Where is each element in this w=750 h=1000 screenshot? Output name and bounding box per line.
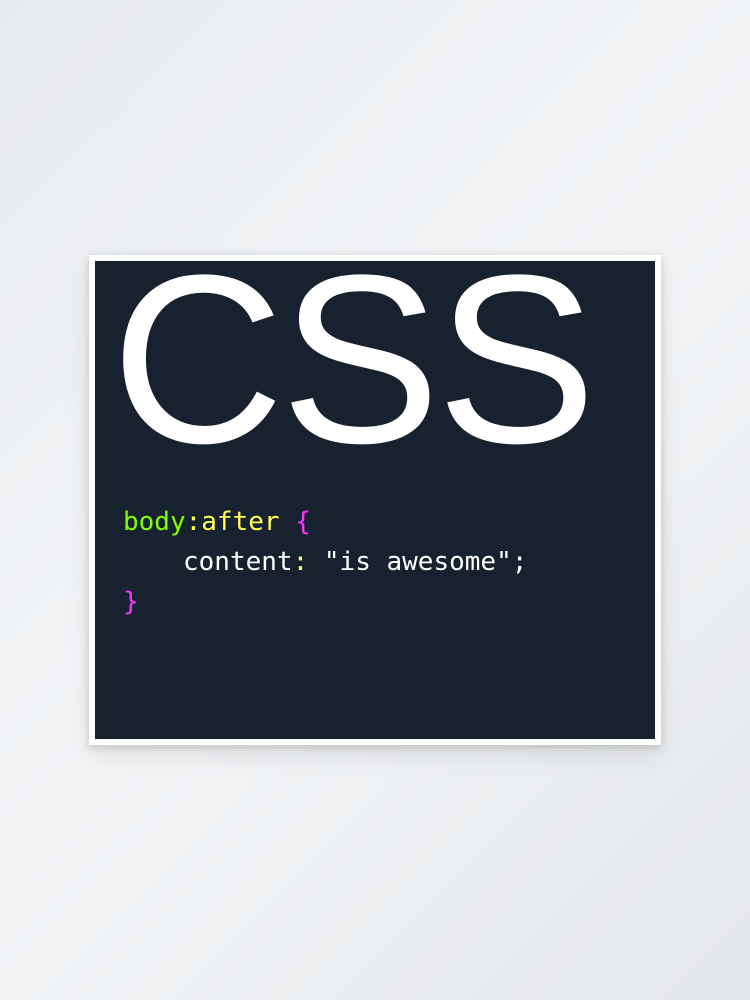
code-pseudo: after <box>201 507 279 537</box>
poster-title: CSS <box>111 249 627 470</box>
code-pseudo-colon: : <box>186 507 202 537</box>
code-space <box>308 547 324 577</box>
code-space <box>280 507 296 537</box>
poster-frame: CSS body:after { content: "is awesome"; … <box>89 255 661 745</box>
code-close-brace: } <box>123 587 139 617</box>
code-property: content <box>183 547 293 577</box>
poster: CSS body:after { content: "is awesome"; … <box>95 261 655 739</box>
code-open-brace: { <box>295 507 311 537</box>
code-property-colon: : <box>293 547 309 577</box>
code-value: "is awesome" <box>324 547 512 577</box>
code-block: body:after { content: "is awesome"; } <box>123 502 627 623</box>
code-selector: body <box>123 507 186 537</box>
code-semicolon: ; <box>512 547 528 577</box>
